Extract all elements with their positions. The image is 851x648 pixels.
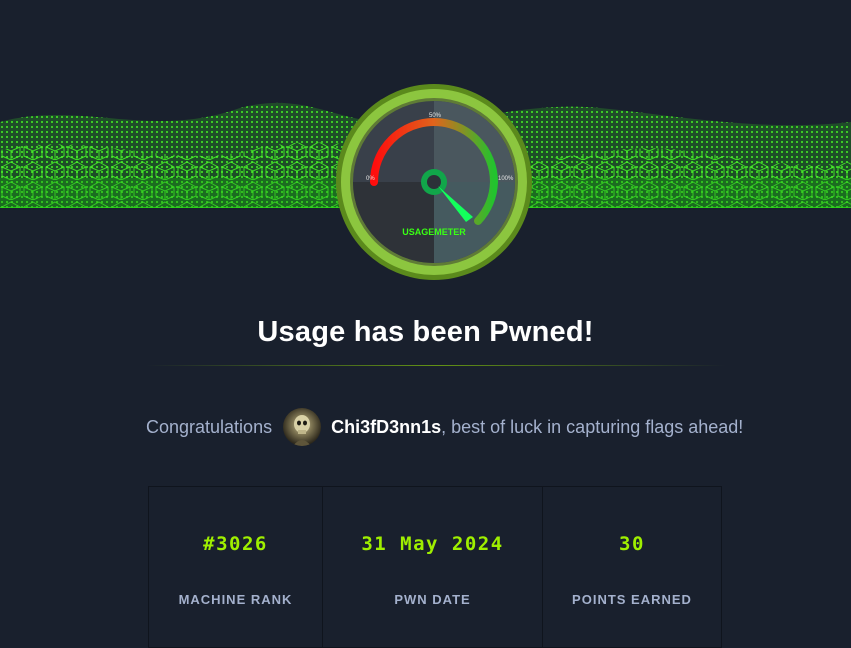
username-link[interactable]: Chi3fD3nn1s xyxy=(331,417,441,438)
points-earned-value: 30 xyxy=(619,533,645,555)
congrats-suffix: , best of luck in capturing flags ahead! xyxy=(441,416,744,437)
points-earned-label: POINTS EARNED xyxy=(572,592,692,607)
pwn-date-value: 31 May 2024 xyxy=(361,533,504,555)
stat-points-earned: 30 POINTS EARNED xyxy=(543,487,721,647)
skull-avatar-icon xyxy=(293,415,312,446)
stats-table: #3026 MACHINE RANK 31 May 2024 PWN DATE … xyxy=(148,486,722,648)
usagemeter-badge: 0% 50% 100% USAGEMETER xyxy=(336,84,532,280)
gauge-label-0: 0% xyxy=(366,176,375,182)
title-divider xyxy=(146,365,726,366)
gauge-label-50: 50% xyxy=(429,113,442,119)
machine-rank-value: #3026 xyxy=(203,533,268,555)
page-title: Usage has been Pwned! xyxy=(257,316,594,348)
stat-pwn-date: 31 May 2024 PWN DATE xyxy=(323,487,543,647)
stat-machine-rank: #3026 MACHINE RANK xyxy=(149,487,323,647)
congrats-prefix: Congratulations xyxy=(146,416,273,437)
machine-rank-label: MACHINE RANK xyxy=(178,592,293,607)
gauge-caption: USAGEMETER xyxy=(402,227,466,237)
user-avatar[interactable] xyxy=(283,408,322,446)
gauge-label-100: 100% xyxy=(498,176,514,182)
congratulations-message: Congratulations Chi3fD3nn1s , best of lu… xyxy=(146,406,743,448)
pwn-date-label: PWN DATE xyxy=(394,592,471,607)
